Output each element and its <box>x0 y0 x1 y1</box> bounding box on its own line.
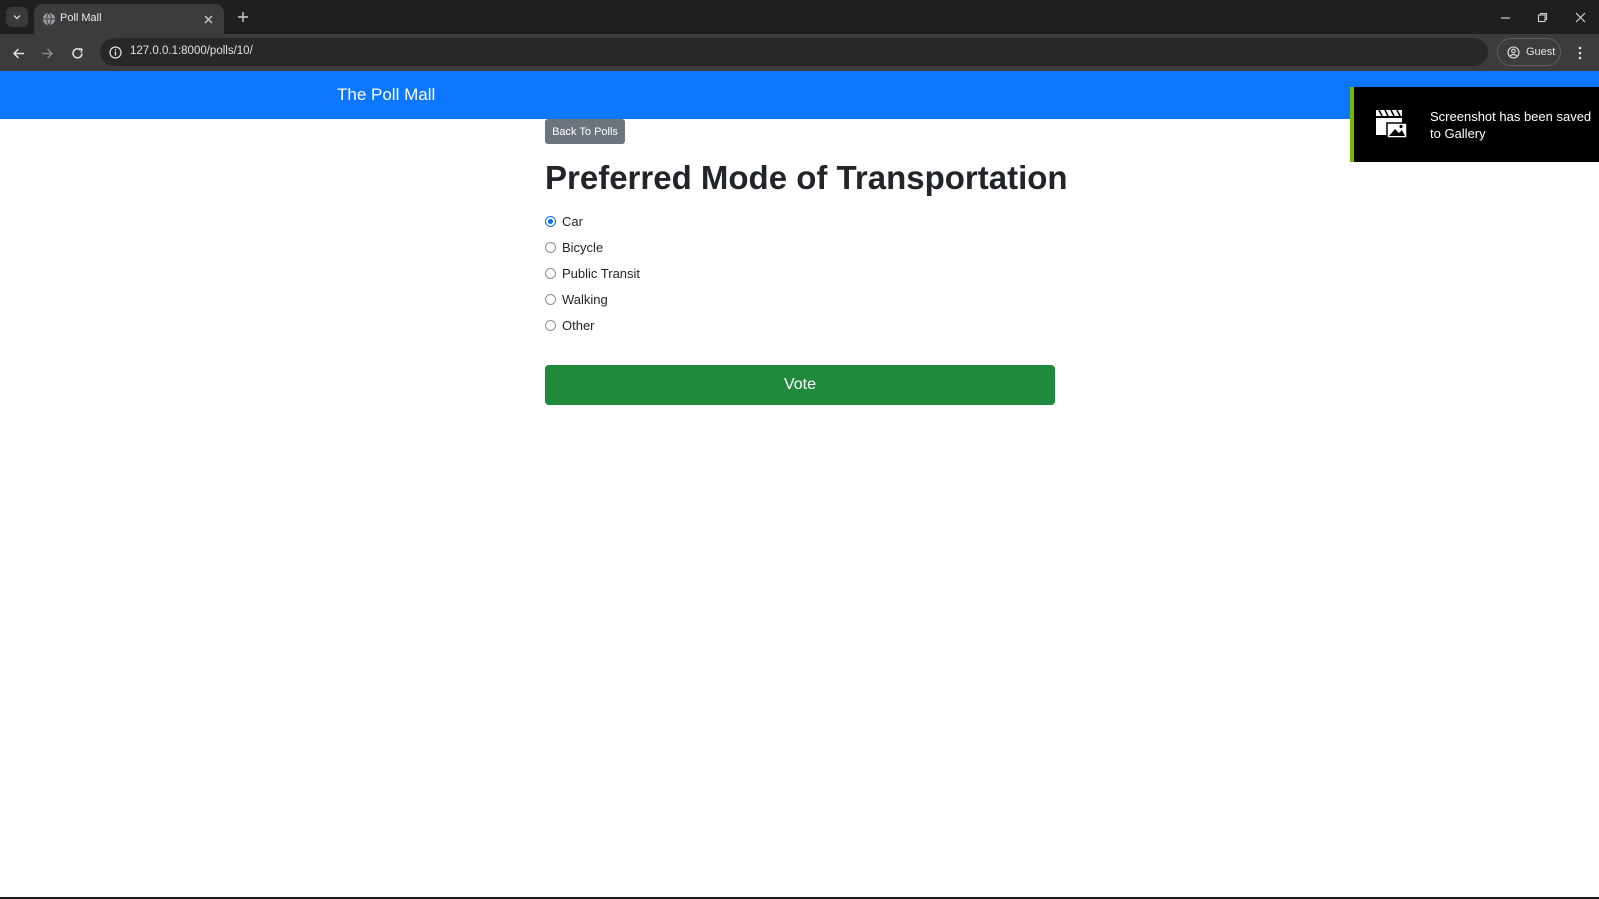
choice-item-public-transit[interactable]: Public Transit <box>545 263 640 283</box>
browser-tab[interactable]: Poll Mall <box>34 4 224 34</box>
choice-radio[interactable] <box>545 215 556 227</box>
minimize-icon[interactable] <box>1494 6 1516 28</box>
choice-label: Car <box>562 213 583 229</box>
reload-icon[interactable] <box>66 42 88 64</box>
screenshot-toast[interactable]: Screenshot has been saved to Gallery <box>1350 87 1599 162</box>
profile-icon <box>1507 45 1520 59</box>
choice-item-walking[interactable]: Walking <box>545 289 608 309</box>
choice-radio[interactable] <box>545 293 556 305</box>
choice-radio[interactable] <box>545 241 556 253</box>
globe-icon <box>43 12 55 26</box>
url-text: 127.0.0.1:8000/polls/10/ <box>130 45 253 57</box>
choice-label: Bicycle <box>562 239 604 255</box>
browser-tabstrip: Poll Mall <box>0 0 1599 34</box>
choice-item-other[interactable]: Other <box>545 315 595 335</box>
choice-label: Public Transit <box>562 265 641 281</box>
navbar-brand[interactable]: The Poll Mall <box>337 85 435 105</box>
back-arrow-icon[interactable] <box>7 42 29 64</box>
tab-close-icon[interactable] <box>200 11 216 27</box>
choice-item-car[interactable]: Car <box>545 211 583 231</box>
back-to-polls-button[interactable]: Back To Polls <box>545 119 625 144</box>
restore-icon[interactable] <box>1531 6 1553 28</box>
tab-search-button[interactable] <box>6 7 28 27</box>
address-bar[interactable]: 127.0.0.1:8000/polls/10/ <box>100 38 1488 66</box>
tab-title: Poll Mall <box>60 12 102 24</box>
choice-radio[interactable] <box>545 267 556 279</box>
close-window-icon[interactable] <box>1569 6 1591 28</box>
choice-item-bicycle[interactable]: Bicycle <box>545 237 603 257</box>
kebab-menu-icon[interactable] <box>1569 42 1591 64</box>
gallery-icon <box>1376 109 1408 139</box>
toast-message: Screenshot has been saved to Gallery <box>1430 109 1592 141</box>
site-info-icon[interactable] <box>106 43 124 61</box>
poll-question: Preferred Mode of Transportation <box>545 159 1068 196</box>
vote-button[interactable]: Vote <box>545 365 1055 405</box>
chevron-down-icon <box>13 15 21 20</box>
new-tab-icon[interactable] <box>233 7 253 27</box>
profile-label: Guest <box>1526 46 1556 58</box>
profile-button[interactable]: Guest <box>1497 38 1561 66</box>
choice-radio[interactable] <box>545 319 556 331</box>
choice-label: Other <box>562 317 595 333</box>
forward-arrow-icon[interactable] <box>36 42 58 64</box>
browser-toolbar: 127.0.0.1:8000/polls/10/ Guest <box>0 34 1599 71</box>
choice-label: Walking <box>562 291 608 307</box>
